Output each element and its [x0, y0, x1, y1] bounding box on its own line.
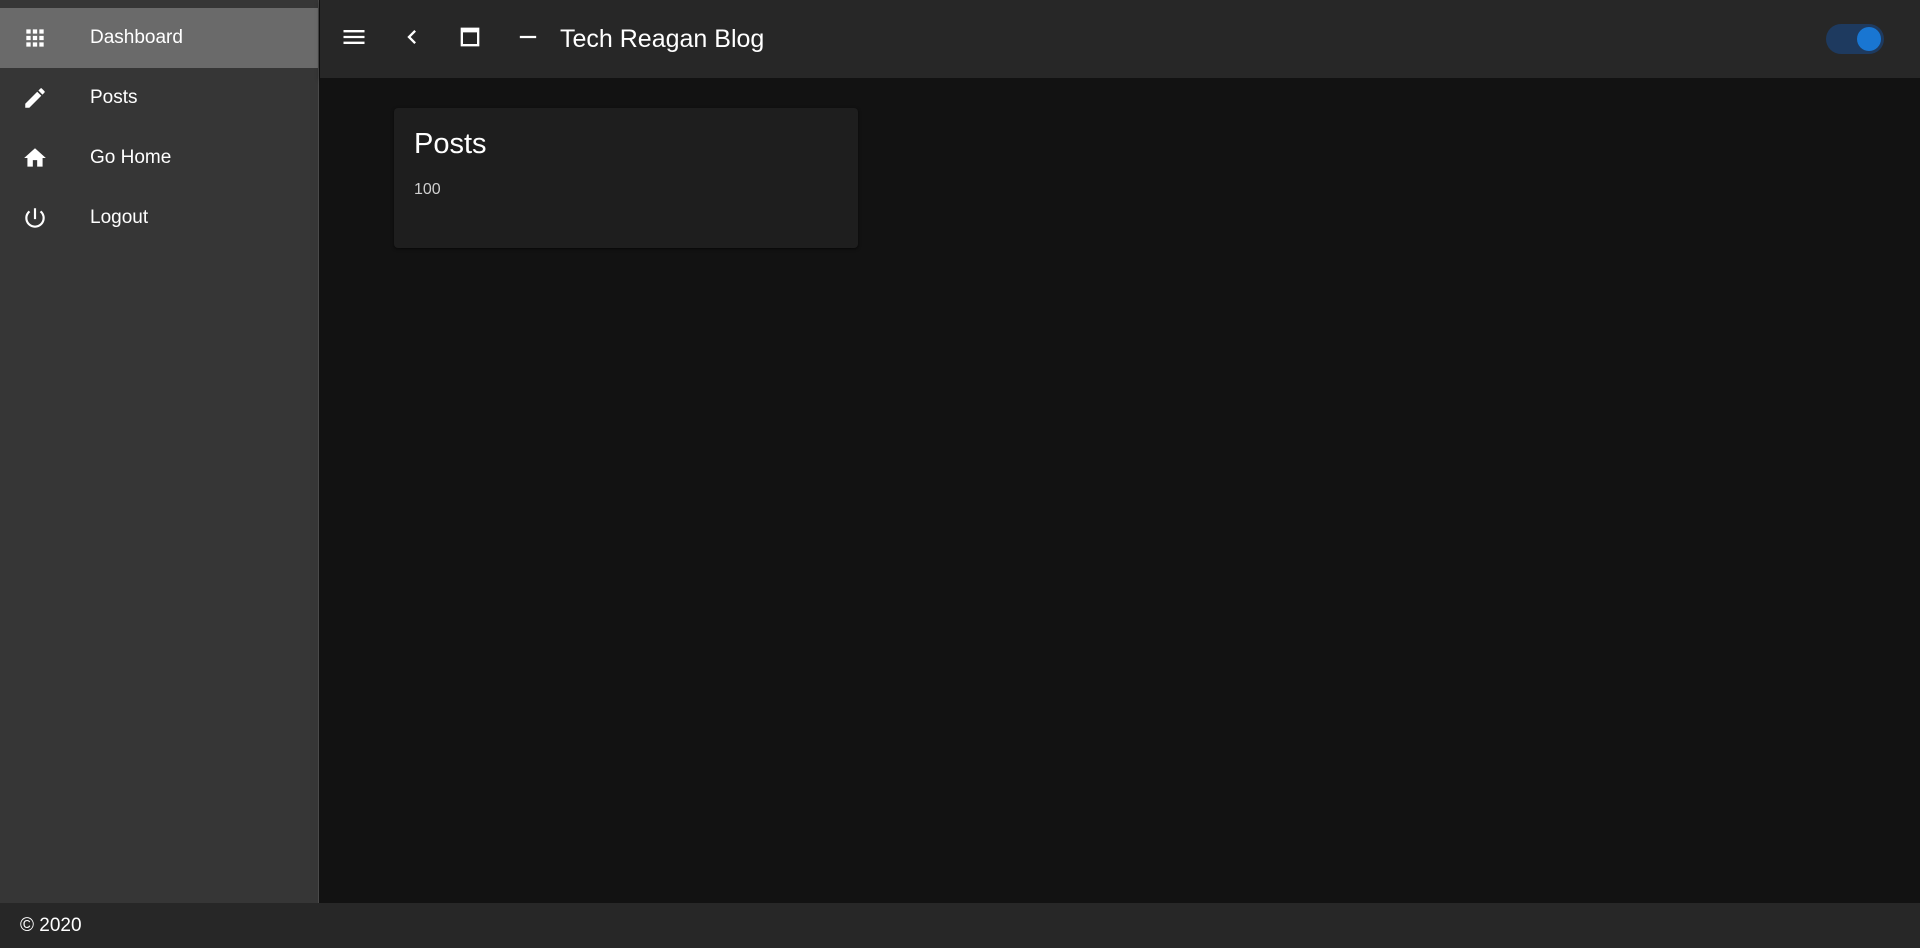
sidebar-item-label: Posts [90, 87, 138, 108]
back-button[interactable] [388, 15, 436, 63]
maximize-button[interactable] [446, 15, 494, 63]
pencil-icon [22, 85, 48, 111]
minimize-button[interactable] [504, 15, 552, 63]
card-value: 100 [414, 181, 441, 198]
sidebar-item-posts[interactable]: Posts [0, 68, 318, 128]
sidebar-item-label: Go Home [90, 147, 172, 168]
sidebar: Dashboard Posts Go Home Logout [0, 0, 319, 903]
top-app-bar: Tech Reagan Blog [320, 0, 1920, 78]
sidebar-item-logout[interactable]: Logout [0, 188, 318, 248]
sidebar-item-dashboard[interactable]: Dashboard [0, 8, 318, 68]
app-root: Dashboard Posts Go Home Logout Tech Reag… [0, 0, 1920, 948]
chevron-left-icon [398, 23, 426, 56]
theme-toggle[interactable] [1824, 21, 1886, 57]
footer: © 2020 [0, 903, 1920, 948]
minus-icon [514, 23, 542, 56]
main-content: Posts 100 [320, 78, 1920, 903]
card-title: Posts [414, 128, 487, 160]
copyright-text: © 2020 [20, 914, 82, 936]
power-icon [22, 205, 48, 231]
apps-grid-icon [22, 25, 48, 51]
posts-stat-card: Posts 100 [394, 108, 858, 248]
page-title: Tech Reagan Blog [560, 24, 765, 53]
toggle-thumb [1857, 27, 1881, 51]
window-maximize-icon [456, 23, 484, 56]
menu-icon [340, 23, 368, 56]
menu-button[interactable] [330, 15, 378, 63]
sidebar-item-label: Logout [90, 207, 149, 228]
home-icon [22, 145, 48, 171]
sidebar-item-go-home[interactable]: Go Home [0, 128, 318, 188]
sidebar-item-label: Dashboard [90, 27, 183, 48]
